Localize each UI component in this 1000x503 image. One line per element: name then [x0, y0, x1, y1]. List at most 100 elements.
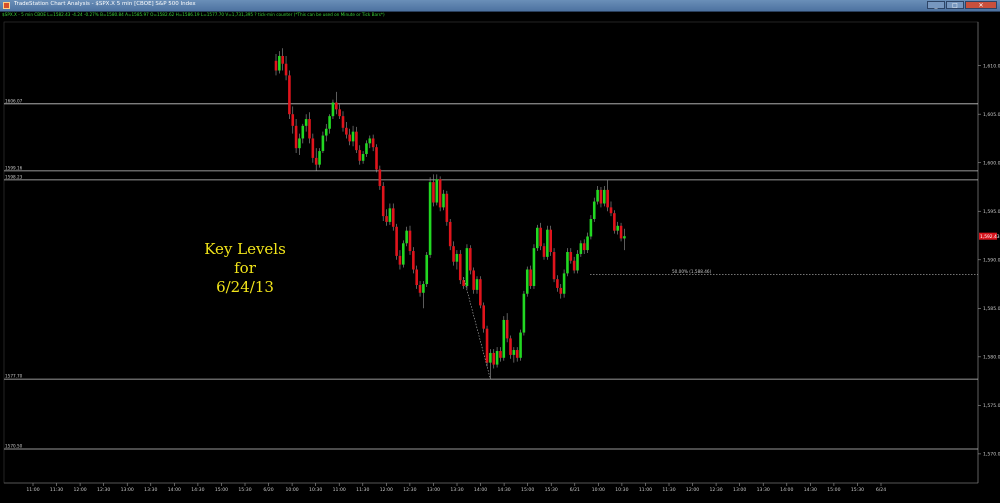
key-levels-caption: Key Levels for 6/24/13	[185, 240, 305, 297]
plot-frame	[3, 21, 979, 484]
candle-body	[469, 248, 472, 271]
x-tick-label: 12:30	[97, 487, 110, 493]
candle-body	[603, 189, 606, 204]
x-tick-label: 13:00	[121, 487, 134, 493]
candle-body	[539, 227, 542, 247]
candle-body	[505, 319, 509, 339]
fib-level-label: 50.00% (1,588.46)	[672, 269, 712, 274]
candle-body	[623, 236, 626, 239]
candle-body	[458, 253, 462, 281]
candle-body	[418, 285, 422, 293]
candle-body	[345, 127, 348, 135]
candle-body	[582, 243, 586, 251]
y-tick-label: 1,600.00	[983, 160, 1000, 166]
candle-body	[438, 179, 442, 208]
candle-body	[448, 221, 452, 247]
x-tick-label: 15:00	[827, 487, 840, 493]
candle-body	[586, 236, 589, 251]
candle-body	[489, 352, 492, 363]
candle-body	[442, 193, 445, 208]
candle-body	[355, 131, 358, 151]
candle-body	[445, 193, 449, 222]
key-level-label: 1577.70	[5, 374, 23, 379]
candle-body	[435, 179, 439, 203]
x-tick-label: 13:30	[757, 487, 770, 493]
caption-line-3: 6/24/13	[216, 278, 274, 296]
candle-body	[525, 269, 529, 294]
key-level-label: 1606.07	[5, 98, 23, 103]
candle-body	[482, 305, 485, 329]
candle-body	[512, 350, 516, 355]
x-tick-label: 14:00	[168, 487, 181, 493]
candle-body	[402, 243, 405, 265]
caption-line-2: for	[234, 259, 256, 277]
x-tick-label: 13:00	[733, 487, 746, 493]
candle-body	[613, 213, 616, 231]
x-tick-label: 14:30	[191, 487, 204, 493]
candle-body	[522, 293, 526, 333]
y-tick-label: 1,590.00	[983, 257, 1000, 263]
candle-body	[596, 189, 599, 202]
x-tick-label: 6/20	[263, 487, 273, 493]
candle-body	[592, 201, 596, 220]
candle-body	[311, 138, 315, 158]
candle-body	[281, 55, 284, 64]
candle-body	[318, 151, 321, 165]
candle-body	[371, 138, 375, 148]
y-tick-label: 1,570.00	[983, 451, 1000, 457]
candle-body	[398, 255, 402, 265]
x-tick-label: 11:30	[356, 487, 369, 493]
candle-body	[422, 284, 425, 293]
x-tick-label: 13:00	[427, 487, 440, 493]
x-tick-label: 11:00	[26, 487, 39, 493]
candle-body	[284, 63, 288, 76]
x-tick-label: 15:00	[215, 487, 228, 493]
candle-body	[288, 75, 291, 115]
x-tick-label: 15:30	[851, 487, 864, 493]
candle-body	[549, 229, 552, 253]
candle-body	[619, 225, 623, 239]
candle-body	[572, 260, 576, 271]
x-tick-label: 12:00	[380, 487, 393, 493]
y-tick-label: 1,595.00	[983, 209, 1000, 215]
candle-body	[606, 189, 609, 208]
key-level-label: 1599.16	[5, 165, 23, 170]
candle-body	[314, 157, 318, 165]
key-level-label: 1598.23	[5, 174, 23, 179]
y-tick-label: 1,575.00	[983, 403, 1000, 409]
candle-body	[479, 279, 482, 306]
candle-body	[502, 319, 506, 358]
candle-body	[475, 279, 479, 290]
y-tick-label: 1,585.00	[983, 306, 1000, 312]
candle-body	[365, 143, 368, 154]
x-tick-label: 12:30	[403, 487, 416, 493]
x-tick-label: 10:30	[615, 487, 628, 493]
candle-body	[388, 208, 392, 222]
candle-body	[556, 279, 559, 288]
candle-body	[455, 253, 459, 262]
x-tick-label: 15:30	[545, 487, 558, 493]
candle-body	[341, 116, 345, 128]
key-level-label: 1570.50	[5, 444, 23, 449]
price-chart[interactable]: 1,610.00 1,605.00 1,600.00 1,595.00 1,590.00…	[0, 0, 1000, 503]
x-tick-label: 10:30	[309, 487, 322, 493]
candle-body	[546, 229, 549, 257]
candle-body	[465, 248, 469, 286]
x-tick-label: 13:30	[144, 487, 157, 493]
candle-body	[391, 208, 395, 227]
candle-body	[294, 125, 298, 149]
x-tick-label: 15:00	[521, 487, 534, 493]
x-tick-label: 10:00	[592, 487, 605, 493]
candle-body	[304, 119, 308, 126]
candle-body	[351, 131, 355, 142]
x-tick-label: 11:30	[50, 487, 63, 493]
candle-body	[301, 125, 305, 139]
y-tick-label: 1,580.00	[983, 354, 1000, 360]
candle-body	[472, 270, 475, 290]
x-tick-label: 6/21	[570, 487, 580, 493]
candle-body	[278, 55, 281, 71]
candle-body	[492, 352, 496, 365]
candle-body	[324, 128, 328, 136]
candle-body	[616, 225, 619, 231]
x-tick-label: 14:30	[497, 487, 510, 493]
